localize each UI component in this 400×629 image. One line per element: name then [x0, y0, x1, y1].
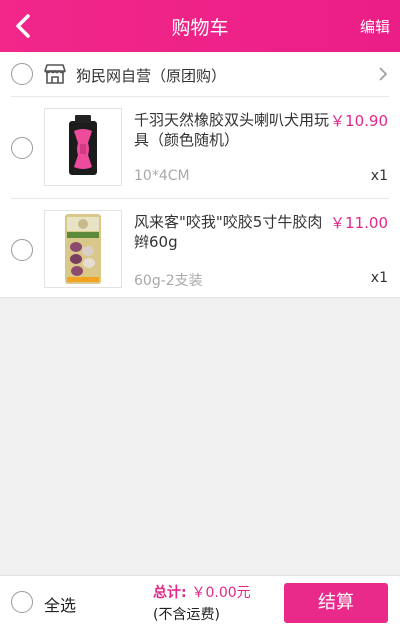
store-icon — [44, 64, 66, 84]
item-select-radio[interactable] — [11, 137, 33, 159]
total-value: ￥0.00元 — [191, 585, 251, 601]
item-select-radio[interactable] — [11, 239, 33, 261]
checkout-button[interactable]: 结算 — [284, 583, 388, 623]
shop-name: 狗民网自营（原团购） — [76, 67, 227, 85]
product-image[interactable] — [44, 108, 122, 186]
edit-button[interactable]: 编辑 — [360, 16, 390, 37]
product-name[interactable]: 千羽天然橡胶双头喇叭犬用玩具（颜色随机） — [134, 110, 329, 150]
total-price: 总计: ￥0.00元 — [153, 582, 251, 602]
product-image[interactable] — [44, 210, 122, 288]
product-quantity: x1 — [370, 168, 388, 184]
cart-item[interactable]: 千羽天然橡胶双头喇叭犬用玩具（颜色随机） ￥10.90 10*4CM x1 — [0, 98, 400, 198]
top-bar: 购物车 编辑 — [0, 0, 400, 52]
divider — [11, 96, 389, 97]
shop-header[interactable]: 狗民网自营（原团购） — [0, 52, 400, 96]
product-price: ￥10.90 — [330, 112, 388, 130]
cart-list: 狗民网自营（原团购） 千羽天然橡胶双头喇叭犬用玩具（颜色随机） ￥10.90 1… — [0, 52, 400, 298]
select-all-label[interactable]: 全选 — [44, 592, 76, 616]
total-label: 总计: — [153, 585, 187, 601]
product-name[interactable]: 风来客"咬我"咬胶5寸牛胶肉辫60g — [134, 212, 329, 252]
divider — [11, 198, 389, 199]
select-all-radio[interactable] — [11, 591, 33, 613]
product-quantity: x1 — [370, 270, 388, 286]
cart-item[interactable]: 风来客"咬我"咬胶5寸牛胶肉辫60g ￥11.00 60g-2支装 x1 — [0, 200, 400, 300]
shop-select-radio[interactable] — [11, 63, 33, 85]
freight-note: (不含运费) — [153, 607, 220, 623]
chevron-right-icon[interactable] — [378, 66, 388, 82]
checkout-bar: 全选 总计: ￥0.00元 (不含运费) 结算 — [0, 575, 400, 629]
page-title: 购物车 — [171, 17, 229, 39]
product-spec: 10*4CM — [134, 168, 190, 184]
product-price: ￥11.00 — [330, 214, 388, 232]
product-spec: 60g-2支装 — [134, 273, 203, 289]
